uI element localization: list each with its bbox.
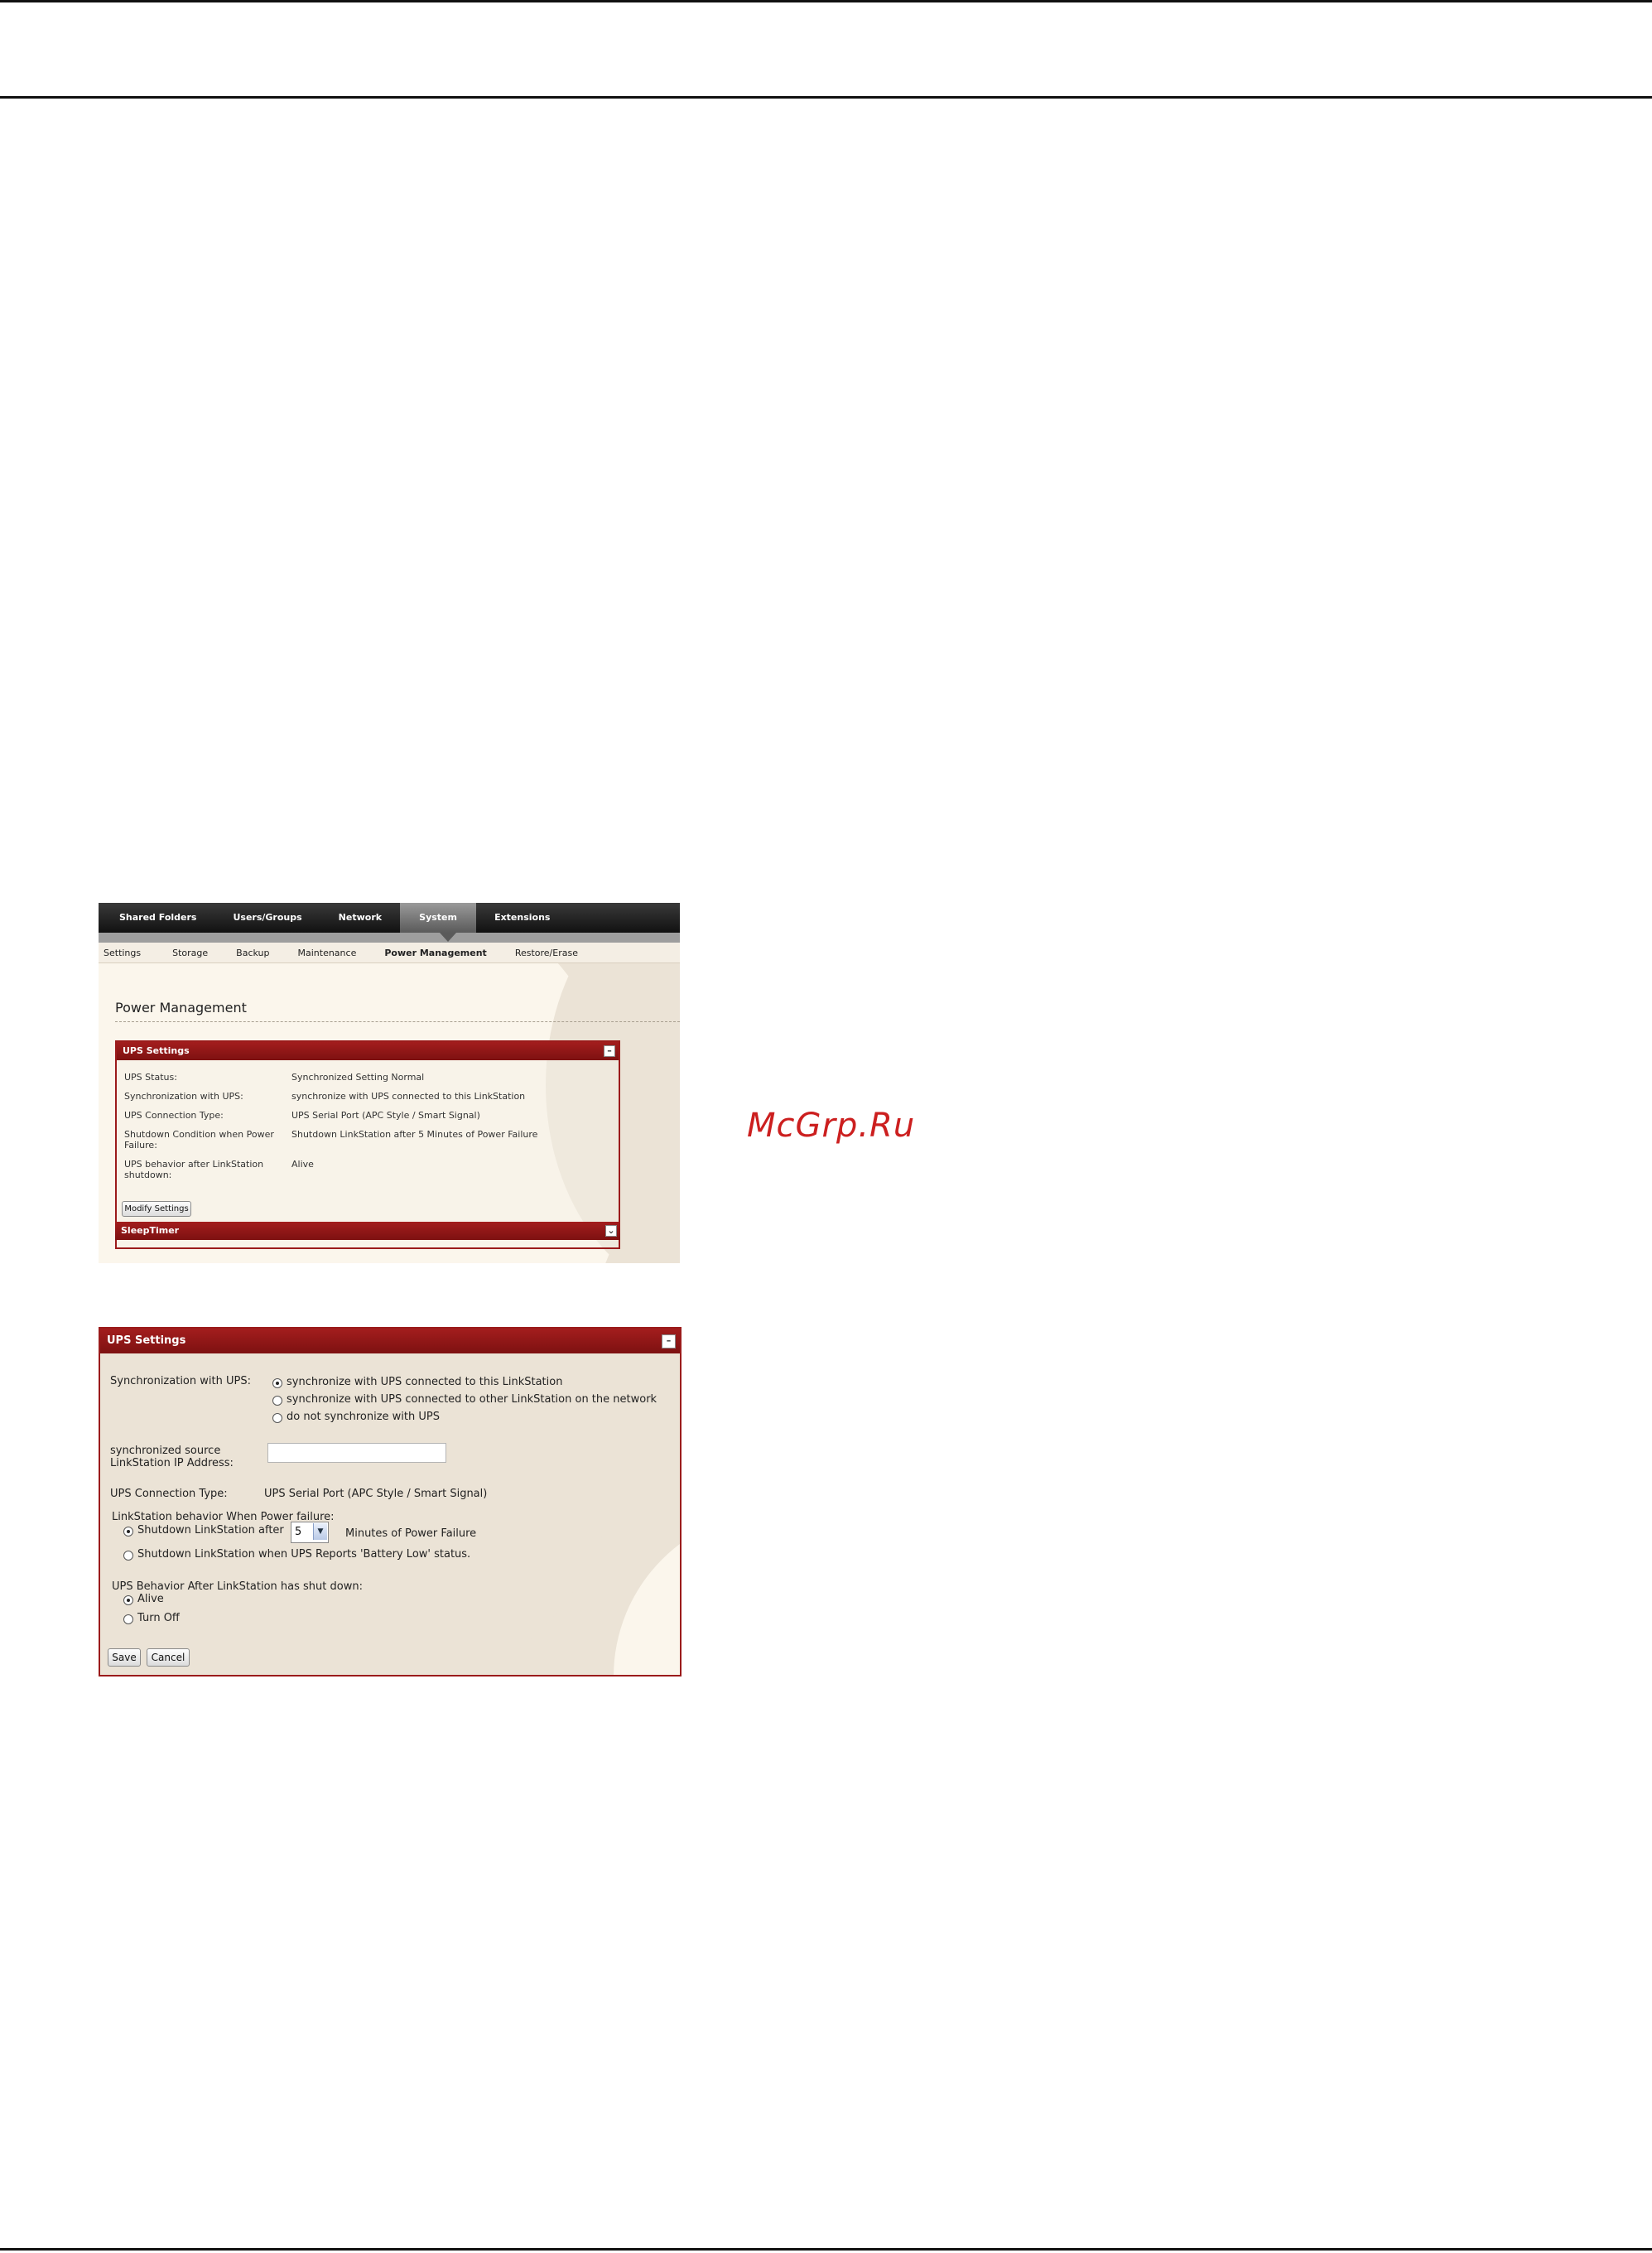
minutes-suffix: Minutes of Power Failure bbox=[345, 1527, 477, 1540]
sync-value: synchronize with UPS connected to this L… bbox=[291, 1091, 526, 1102]
battery-low-label: Shutdown LinkStation when UPS Reports 'B… bbox=[137, 1548, 471, 1561]
expand-icon[interactable]: ⌄ bbox=[605, 1225, 617, 1237]
ups-settings-panel: UPS Settings – UPS Status: Synchronized … bbox=[115, 1040, 620, 1249]
sync-other-radio[interactable] bbox=[272, 1396, 282, 1406]
turn-off-radio[interactable] bbox=[123, 1614, 133, 1624]
tab-network[interactable]: Network bbox=[320, 903, 400, 933]
tab-users-groups[interactable]: Users/Groups bbox=[214, 903, 320, 933]
ups-settings-header[interactable]: UPS Settings – bbox=[100, 1329, 680, 1353]
alive-label: Alive bbox=[137, 1593, 164, 1605]
page-title: Power Management bbox=[115, 1000, 247, 1016]
ups-status-value: Synchronized Setting Normal bbox=[291, 1072, 425, 1083]
save-button[interactable]: Save bbox=[108, 1648, 141, 1667]
shutdown-condition-value: Shutdown LinkStation after 5 Minutes of … bbox=[291, 1129, 538, 1140]
ip-label-line2: LinkStation IP Address: bbox=[110, 1457, 234, 1469]
collapse-icon[interactable]: – bbox=[604, 1045, 615, 1057]
connection-type-label: UPS Connection Type: bbox=[124, 1110, 224, 1121]
cancel-button[interactable]: Cancel bbox=[147, 1648, 190, 1667]
active-tab-arrow-icon bbox=[440, 933, 456, 942]
watermark-text: McGrp.Ru bbox=[747, 1107, 916, 1145]
top-rule-1 bbox=[0, 0, 1652, 2]
sync-this-radio[interactable] bbox=[272, 1378, 282, 1388]
sleeptimer-panel-header[interactable]: SleepTimer ⌄ bbox=[115, 1222, 620, 1240]
power-management-screenshot: Shared Folders Users/Groups Network Syst… bbox=[99, 903, 680, 1263]
ups-behavior-label: UPS behavior after LinkStation shutdown: bbox=[124, 1159, 264, 1180]
ip-address-input[interactable] bbox=[267, 1443, 446, 1463]
no-sync-radio[interactable] bbox=[272, 1413, 282, 1423]
collapse-icon[interactable]: – bbox=[662, 1334, 676, 1348]
panel-title: UPS Settings bbox=[123, 1045, 190, 1056]
tab-system[interactable]: System bbox=[400, 903, 477, 933]
subtab-backup[interactable]: Backup bbox=[231, 948, 269, 958]
tab-extensions[interactable]: Extensions bbox=[476, 903, 568, 933]
modify-settings-button[interactable]: Modify Settings bbox=[122, 1201, 191, 1217]
after-shutdown-label: UPS Behavior After LinkStation has shut … bbox=[112, 1580, 363, 1593]
title-divider bbox=[115, 1021, 680, 1022]
minutes-select[interactable]: 5 ▼ bbox=[291, 1522, 329, 1543]
sleeptimer-title: SleepTimer bbox=[121, 1225, 180, 1236]
background-swirl bbox=[614, 1511, 680, 1675]
ups-behavior-value: Alive bbox=[291, 1159, 314, 1170]
subtab-storage[interactable]: Storage bbox=[167, 948, 208, 958]
top-rule-2 bbox=[0, 96, 1652, 99]
subtab-power-management[interactable]: Power Management bbox=[379, 948, 486, 958]
subtab-restore-erase[interactable]: Restore/Erase bbox=[510, 948, 578, 958]
chevron-down-icon[interactable]: ▼ bbox=[313, 1523, 327, 1540]
turn-off-label: Turn Off bbox=[137, 1612, 180, 1624]
ip-label-line1: synchronized source bbox=[110, 1445, 221, 1457]
shutdown-after-label: Shutdown LinkStation after bbox=[137, 1524, 284, 1537]
connection-type-label: UPS Connection Type: bbox=[110, 1488, 228, 1500]
connection-type-value: UPS Serial Port (APC Style / Smart Signa… bbox=[291, 1110, 480, 1121]
shutdown-after-radio[interactable] bbox=[123, 1527, 133, 1537]
subtab-maintenance[interactable]: Maintenance bbox=[293, 948, 357, 958]
panel-title: UPS Settings bbox=[107, 1334, 186, 1347]
sub-navigation: Settings Storage Backup Maintenance Powe… bbox=[99, 943, 680, 963]
ups-settings-header[interactable]: UPS Settings – bbox=[117, 1042, 619, 1060]
connection-type-value: UPS Serial Port (APC Style / Smart Signa… bbox=[264, 1488, 488, 1500]
alive-radio[interactable] bbox=[123, 1595, 133, 1605]
ups-settings-edit-screenshot: UPS Settings – Synchronization with UPS:… bbox=[99, 1327, 682, 1676]
tab-shared-folders[interactable]: Shared Folders bbox=[99, 903, 214, 933]
top-navigation: Shared Folders Users/Groups Network Syst… bbox=[99, 903, 680, 933]
sync-label: Synchronization with UPS: bbox=[124, 1091, 243, 1102]
sync-label: Synchronization with UPS: bbox=[110, 1375, 251, 1387]
nav-strip bbox=[99, 933, 680, 943]
bottom-rule bbox=[0, 2248, 1652, 2251]
shutdown-condition-label: Shutdown Condition when Power Failure: bbox=[124, 1129, 274, 1151]
no-sync-option: do not synchronize with UPS bbox=[287, 1411, 440, 1423]
sync-this-option: synchronize with UPS connected to this L… bbox=[287, 1376, 563, 1388]
subtab-settings[interactable]: Settings bbox=[99, 948, 141, 958]
sync-other-option: synchronize with UPS connected to other … bbox=[287, 1393, 657, 1406]
ups-status-label: UPS Status: bbox=[124, 1072, 177, 1083]
battery-low-radio[interactable] bbox=[123, 1551, 133, 1561]
minutes-value: 5 bbox=[295, 1526, 302, 1538]
